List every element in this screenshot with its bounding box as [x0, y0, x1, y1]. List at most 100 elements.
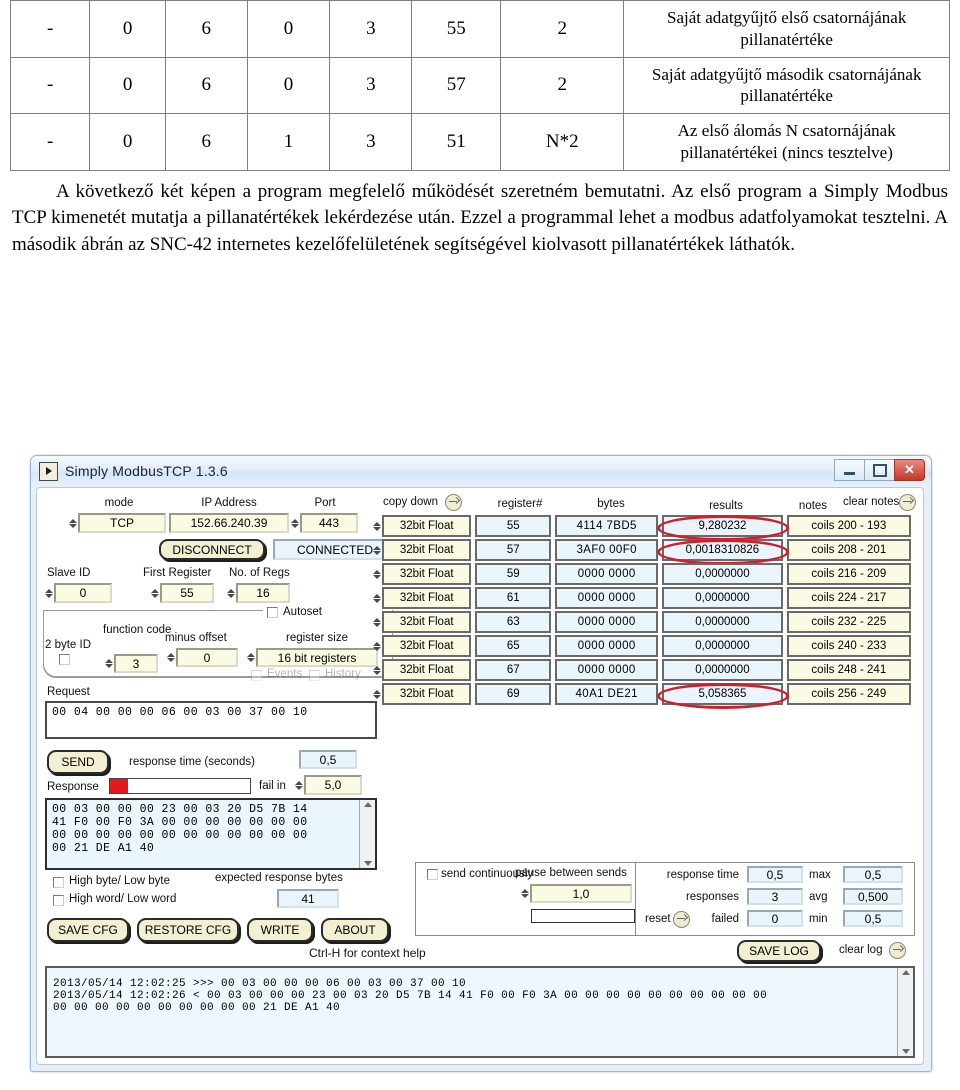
- first-register-value[interactable]: 55: [160, 583, 214, 603]
- fail-in-control[interactable]: 5,0: [295, 775, 362, 795]
- high-byte-low-byte-checkbox[interactable]: [53, 877, 64, 888]
- register-size-spinner[interactable]: [247, 653, 255, 662]
- register-result-cell[interactable]: 9,280232: [662, 515, 783, 537]
- minus-offset-spinner[interactable]: [167, 653, 175, 662]
- log-scroll-down-icon[interactable]: [901, 1049, 910, 1054]
- scroll-down-icon[interactable]: [363, 861, 372, 866]
- port-spinner[interactable]: [291, 518, 299, 528]
- pause-spinner[interactable]: [521, 889, 529, 898]
- register-number-cell[interactable]: 65: [475, 635, 552, 657]
- register-number-cell[interactable]: 63: [475, 611, 552, 633]
- restore-cfg-button[interactable]: RESTORE CFG: [137, 918, 239, 942]
- response-field[interactable]: 00 03 00 00 00 23 00 03 20 D5 7B 14 41 F…: [45, 798, 377, 870]
- no-of-regs-spinner[interactable]: [227, 588, 235, 598]
- register-type-cell[interactable]: 32bit Float: [382, 587, 472, 609]
- response-scrollbar[interactable]: [359, 800, 375, 868]
- register-bytes-cell[interactable]: 0000 0000: [555, 587, 659, 609]
- register-bytes-cell[interactable]: 3AF0 00F0: [555, 539, 659, 561]
- register-number-cell[interactable]: 59: [475, 563, 552, 585]
- first-register-spinner[interactable]: [151, 588, 159, 598]
- slave-id-spinner[interactable]: [45, 588, 53, 598]
- register-type-cell[interactable]: 32bit Float: [382, 635, 472, 657]
- register-result-cell[interactable]: 0,0000000: [662, 659, 783, 681]
- register-bytes-cell[interactable]: 0000 0000: [555, 563, 659, 585]
- clear-log-icon[interactable]: [889, 942, 906, 959]
- register-bytes-cell[interactable]: 40A1 DE21: [555, 683, 659, 705]
- register-size-control[interactable]: 16 bit registers: [247, 648, 378, 667]
- register-note-cell[interactable]: coils 240 - 233: [786, 635, 911, 657]
- disconnect-button[interactable]: DISCONNECT: [159, 539, 265, 560]
- register-type-cell[interactable]: 32bit Float: [382, 539, 472, 561]
- minus-offset-value[interactable]: 0: [176, 648, 238, 667]
- log-scroll-up-icon[interactable]: [901, 970, 910, 975]
- register-result-cell[interactable]: 0,0000000: [662, 587, 783, 609]
- fail-in-value[interactable]: 5,0: [304, 775, 362, 795]
- two-byte-id-checkbox[interactable]: [59, 654, 70, 665]
- register-type-spinner[interactable]: [373, 617, 381, 627]
- pause-value[interactable]: 1,0: [530, 884, 632, 903]
- register-result-cell[interactable]: 0,0000000: [662, 611, 783, 633]
- register-size-value[interactable]: 16 bit registers: [256, 648, 378, 667]
- register-result-cell[interactable]: 5,058365: [662, 683, 783, 705]
- register-type-cell[interactable]: 32bit Float: [382, 563, 472, 585]
- mode-value[interactable]: TCP: [78, 513, 166, 533]
- port-value[interactable]: 443: [300, 513, 358, 533]
- save-log-button[interactable]: SAVE LOG: [737, 940, 821, 962]
- register-bytes-cell[interactable]: 0000 0000: [555, 659, 659, 681]
- slave-id-value[interactable]: 0: [54, 583, 112, 603]
- function-code-control[interactable]: 3: [105, 654, 158, 673]
- about-button[interactable]: ABOUT: [321, 918, 389, 942]
- minimize-button[interactable]: [834, 459, 865, 481]
- maximize-button[interactable]: [864, 459, 895, 481]
- register-number-cell[interactable]: 55: [475, 515, 552, 537]
- no-of-regs-control[interactable]: 16: [227, 583, 290, 603]
- register-number-cell[interactable]: 69: [475, 683, 552, 705]
- register-type-spinner[interactable]: [373, 521, 381, 531]
- high-word-low-word-checkbox[interactable]: [53, 895, 64, 906]
- register-note-cell[interactable]: coils 248 - 241: [786, 659, 911, 681]
- register-number-cell[interactable]: 57: [475, 539, 552, 561]
- mode-control[interactable]: TCP: [69, 513, 166, 533]
- clear-notes-icon[interactable]: [899, 494, 916, 511]
- first-register-control[interactable]: 55: [151, 583, 214, 603]
- register-result-cell[interactable]: 0,0000000: [662, 563, 783, 585]
- register-result-cell[interactable]: 0,0018310826: [662, 539, 783, 561]
- register-note-cell[interactable]: coils 200 - 193: [786, 515, 911, 537]
- reset-icon[interactable]: [673, 911, 690, 928]
- register-number-cell[interactable]: 61: [475, 587, 552, 609]
- function-code-value[interactable]: 3: [114, 654, 158, 673]
- ip-address-input[interactable]: 152.66.240.39: [169, 513, 289, 533]
- register-note-cell[interactable]: coils 224 - 217: [786, 587, 911, 609]
- register-note-cell[interactable]: coils 216 - 209: [786, 563, 911, 585]
- write-button[interactable]: WRITE: [247, 918, 313, 942]
- slave-id-control[interactable]: 0: [45, 583, 112, 603]
- copy-down-icon[interactable]: [445, 494, 462, 511]
- close-button[interactable]: ✕: [894, 459, 925, 481]
- register-type-spinner[interactable]: [373, 641, 381, 651]
- no-of-regs-value[interactable]: 16: [236, 583, 290, 603]
- autoset-checkbox[interactable]: [267, 607, 278, 618]
- register-note-cell[interactable]: coils 232 - 225: [786, 611, 911, 633]
- register-type-spinner[interactable]: [373, 665, 381, 675]
- fail-in-spinner[interactable]: [295, 780, 303, 790]
- pause-control[interactable]: 1,0: [521, 884, 632, 903]
- register-type-cell[interactable]: 32bit Float: [382, 659, 472, 681]
- port-control[interactable]: 443: [291, 513, 358, 533]
- register-type-cell[interactable]: 32bit Float: [382, 683, 472, 705]
- register-result-cell[interactable]: 0,0000000: [662, 635, 783, 657]
- mode-spinner[interactable]: [69, 518, 77, 528]
- register-number-cell[interactable]: 67: [475, 659, 552, 681]
- register-bytes-cell[interactable]: 0000 0000: [555, 611, 659, 633]
- register-bytes-cell[interactable]: 0000 0000: [555, 635, 659, 657]
- register-note-cell[interactable]: coils 208 - 201: [786, 539, 911, 561]
- register-type-cell[interactable]: 32bit Float: [382, 611, 472, 633]
- log-scrollbar[interactable]: [897, 968, 913, 1056]
- register-bytes-cell[interactable]: 4114 7BD5: [555, 515, 659, 537]
- send-button[interactable]: SEND: [47, 750, 109, 774]
- log-panel[interactable]: 2013/05/14 12:02:25 >>> 00 03 00 00 00 0…: [45, 966, 915, 1058]
- register-type-spinner[interactable]: [373, 545, 381, 555]
- register-type-spinner[interactable]: [373, 569, 381, 579]
- register-type-cell[interactable]: 32bit Float: [382, 515, 472, 537]
- register-type-spinner[interactable]: [373, 689, 381, 699]
- save-cfg-button[interactable]: SAVE CFG: [47, 918, 129, 942]
